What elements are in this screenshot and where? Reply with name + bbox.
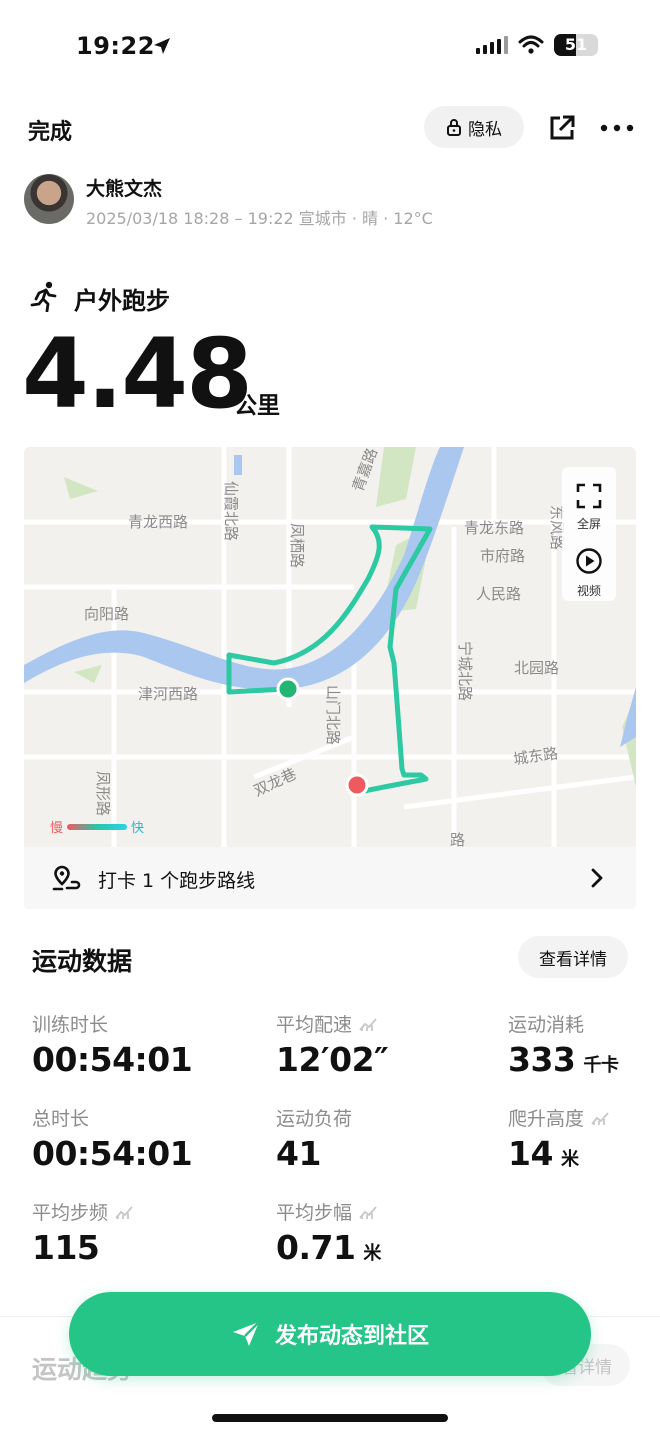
stat-value: 00:54:01	[32, 1040, 193, 1079]
stat-label: 平均步频	[32, 1198, 134, 1225]
route-start-marker	[276, 677, 300, 701]
battery-indicator: 51	[554, 34, 598, 56]
home-indicator	[212, 1414, 448, 1422]
stat-value: 12′02″	[276, 1040, 389, 1079]
map-label: 青龙西路	[128, 513, 188, 531]
publish-label: 发布动态到社区	[274, 1324, 429, 1349]
stat-label-text: 总时长	[32, 1108, 90, 1130]
distance-value: 4.48	[22, 318, 253, 430]
route-map[interactable]: 青龙西路 凤栖路 仙霞北路 青嘉路 向阳路 津河西路 山门北路 双龙巷 凤形路 …	[24, 447, 636, 847]
map-label: 北园路	[514, 659, 559, 677]
map-label: 凤形路	[94, 771, 112, 816]
stat-unit: 千卡	[583, 1055, 619, 1076]
view-details-button[interactable]: 查看详情	[518, 936, 628, 978]
trend-chart-icon	[359, 1017, 377, 1031]
map-label: 仙霞北路	[222, 481, 240, 541]
share-icon[interactable]	[548, 114, 576, 142]
fullscreen-label[interactable]: 全屏	[562, 515, 616, 532]
activity-meta: 2025/03/18 18:28 – 19:22 宣城市 · 晴 · 12°C	[86, 209, 433, 228]
stat-value-text: 41	[276, 1134, 321, 1173]
status-bar: 19:22 51	[0, 0, 660, 96]
stat-label: 平均步幅	[276, 1198, 378, 1225]
map-label: 青龙东路	[464, 519, 524, 537]
stat-label-text: 运动负荷	[276, 1108, 353, 1130]
stat-value-text: 00:54:01	[32, 1040, 193, 1079]
running-icon	[30, 281, 57, 312]
map-controls: 全屏 视频	[562, 467, 616, 601]
stat-label: 平均配速	[276, 1010, 378, 1037]
route-end-marker	[345, 773, 369, 797]
map-label: 向阳路	[84, 605, 129, 623]
stat-label-text: 平均步频	[32, 1202, 109, 1224]
map-label: 津河西路	[138, 685, 198, 703]
publish-to-community-button[interactable]: 发布动态到社区	[69, 1292, 591, 1376]
wifi-icon	[518, 35, 544, 54]
trend-chart-icon	[115, 1205, 133, 1219]
fullscreen-icon[interactable]	[576, 483, 602, 509]
trend-chart-icon	[591, 1111, 609, 1125]
activity-type: 户外跑步	[74, 287, 170, 315]
stat-label-text: 爬升高度	[508, 1108, 585, 1130]
chevron-right-icon	[591, 868, 603, 888]
stat-unit: 米	[560, 1149, 579, 1170]
checkin-text: 打卡 1 个跑步路线	[98, 870, 256, 892]
stat-value-text: 115	[32, 1228, 100, 1267]
send-icon	[232, 1321, 260, 1346]
stat-value-text: 12′02″	[276, 1040, 389, 1079]
avatar[interactable]	[24, 174, 74, 224]
battery-level: 51	[564, 35, 588, 54]
more-icon[interactable]	[600, 124, 634, 132]
privacy-label: 隐私	[468, 119, 502, 140]
stat-value: 0.71 米	[276, 1228, 381, 1267]
stat-label: 爬升高度	[508, 1104, 610, 1131]
video-label[interactable]: 视频	[562, 582, 616, 599]
stat-label-text: 训练时长	[32, 1014, 109, 1036]
speed-fast-label: 快	[131, 821, 145, 836]
stat-label: 运动消耗	[508, 1010, 584, 1037]
user-name: 大熊文杰	[86, 178, 163, 200]
map-label: 市府路	[480, 547, 525, 565]
stat-label: 训练时长	[32, 1010, 108, 1037]
stat-label: 运动负荷	[276, 1104, 352, 1131]
stat-value: 14 米	[508, 1134, 579, 1173]
stat-value: 00:54:01	[32, 1134, 193, 1173]
speed-legend: 慢 快	[50, 817, 144, 836]
stat-value: 115	[32, 1228, 100, 1267]
done-button[interactable]: 完成	[28, 114, 72, 146]
distance-unit: 公里	[234, 393, 280, 419]
stat-value-text: 0.71	[276, 1228, 356, 1267]
video-play-icon[interactable]	[575, 547, 603, 575]
stat-value: 41	[276, 1134, 321, 1173]
stat-value-text: 333	[508, 1040, 576, 1079]
map-label: 凤栖路	[288, 523, 306, 568]
route-map-card[interactable]: 青龙西路 凤栖路 仙霞北路 青嘉路 向阳路 津河西路 山门北路 双龙巷 凤形路 …	[24, 447, 636, 909]
location-arrow-icon	[154, 38, 170, 54]
stat-unit: 米	[363, 1243, 381, 1264]
status-indicators: 51	[476, 34, 598, 56]
lock-icon	[447, 119, 461, 136]
stat-label-text: 运动消耗	[508, 1014, 585, 1036]
stats-section-title: 运动数据	[32, 947, 133, 976]
map-label: 宁城北路	[456, 641, 474, 701]
stat-label: 总时长	[32, 1104, 89, 1131]
route-pin-icon	[52, 865, 81, 891]
stat-label-text: 平均配速	[276, 1014, 353, 1036]
stat-label-text: 平均步幅	[276, 1202, 353, 1224]
status-time: 19:22	[76, 32, 155, 60]
checkin-route-row[interactable]: 打卡 1 个跑步路线	[24, 847, 636, 909]
map-label: 山门北路	[324, 685, 342, 745]
speed-gradient-bar	[67, 823, 128, 830]
stat-value: 333 千卡	[508, 1040, 619, 1079]
privacy-button[interactable]: 隐私	[424, 106, 524, 148]
speed-slow-label: 慢	[50, 821, 64, 836]
map-label: 路	[450, 831, 465, 847]
stat-value-text: 00:54:01	[32, 1134, 193, 1173]
cellular-signal-icon	[476, 36, 508, 54]
stat-value-text: 14	[508, 1134, 553, 1173]
trend-chart-icon	[359, 1205, 377, 1219]
map-label: 人民路	[476, 585, 521, 603]
